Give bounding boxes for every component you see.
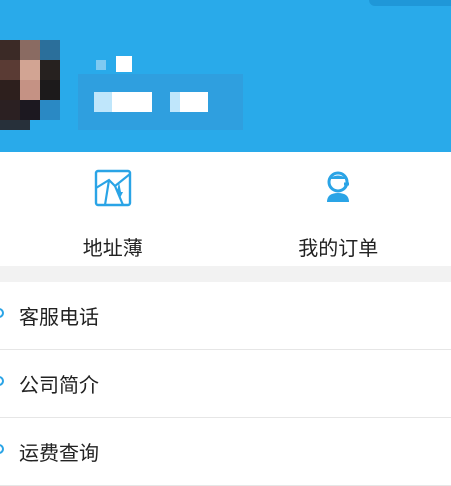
order-person-icon — [318, 168, 358, 208]
redacted-username-part — [96, 60, 106, 70]
avatar[interactable] — [0, 40, 60, 130]
address-book-button[interactable]: 地址薄 — [0, 152, 226, 266]
quick-actions: 地址薄 我的订单 — [0, 152, 451, 266]
menu-item-freight-query[interactable]: 运费查询 — [0, 418, 451, 486]
bullet-icon — [0, 376, 4, 386]
bullet-icon — [0, 444, 4, 454]
menu-item-label: 运费查询 — [19, 437, 99, 466]
redacted-user-info — [78, 74, 243, 130]
redacted-username — [116, 56, 132, 72]
menu-item-label: 客服电话 — [19, 301, 99, 330]
menu-item-customer-service[interactable]: 客服电话 — [0, 282, 451, 350]
menu-list: 客服电话 公司简介 运费查询 — [0, 282, 451, 486]
my-orders-button[interactable]: 我的订单 — [226, 152, 451, 266]
my-orders-label: 我的订单 — [298, 232, 378, 261]
address-map-icon — [93, 168, 133, 208]
header-corner-accent — [369, 0, 451, 6]
address-book-label: 地址薄 — [83, 232, 143, 261]
section-divider — [0, 266, 451, 282]
profile-header — [0, 0, 451, 152]
menu-item-company-profile[interactable]: 公司简介 — [0, 350, 451, 418]
bullet-icon — [0, 308, 4, 318]
menu-item-label: 公司简介 — [19, 369, 99, 398]
